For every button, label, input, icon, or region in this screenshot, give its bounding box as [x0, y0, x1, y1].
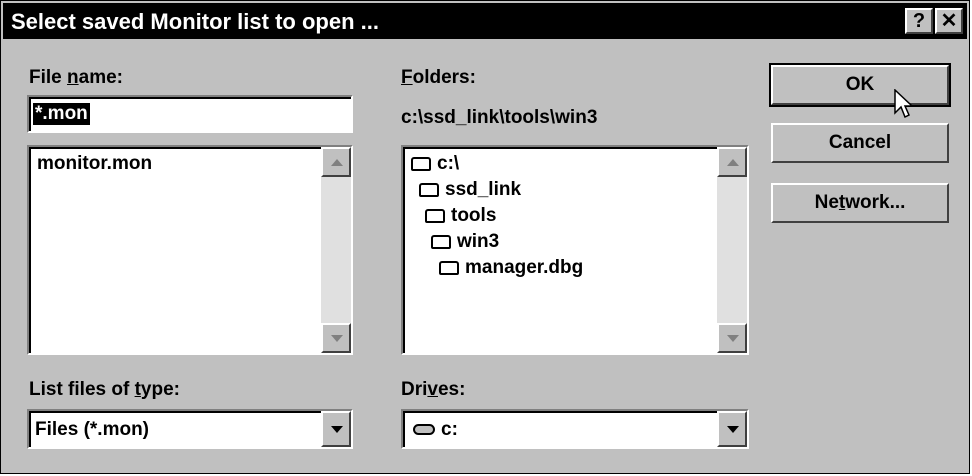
scroll-up-button[interactable] — [321, 147, 351, 177]
file-list-item[interactable]: monitor.mon — [37, 153, 152, 175]
folder-icon — [439, 261, 459, 275]
window-title: Select saved Monitor list to open ... — [11, 9, 379, 34]
file-list[interactable]: monitor.mon — [27, 145, 353, 355]
mouse-cursor-icon — [894, 89, 914, 119]
scroll-down-button[interactable] — [321, 323, 351, 353]
open-folder-icon — [425, 209, 445, 223]
file-type-select[interactable]: Files (*.mon) — [27, 409, 353, 449]
drives-label: Drives: — [401, 379, 466, 400]
file-type-dropdown-button[interactable] — [321, 411, 351, 447]
current-path: c:\ssd_link\tools\win3 — [401, 107, 598, 128]
arrow-down-icon — [331, 335, 343, 342]
file-type-value: Files (*.mon) — [35, 419, 150, 440]
file-type-label: List files of type: — [29, 379, 180, 400]
arrow-down-icon — [727, 335, 739, 342]
file-list-scrollbar[interactable] — [321, 147, 351, 353]
open-file-dialog: Select saved Monitor list to open ... ? … — [0, 0, 970, 474]
arrow-up-icon — [727, 159, 739, 166]
network-button[interactable]: Network... — [771, 183, 949, 223]
close-button[interactable]: ✕ — [935, 8, 963, 34]
open-folder-icon — [411, 157, 431, 171]
folder-item-win3[interactable]: win3 — [431, 231, 499, 253]
folder-item-root[interactable]: c:\ — [411, 153, 459, 175]
drives-dropdown-button[interactable] — [717, 411, 747, 447]
folder-item-manager-dbg[interactable]: manager.dbg — [439, 257, 583, 279]
help-button[interactable]: ? — [905, 8, 933, 34]
scroll-down-button[interactable] — [717, 323, 747, 353]
folder-item-tools[interactable]: tools — [425, 205, 496, 227]
drives-select[interactable]: c: — [401, 409, 749, 449]
file-name-value: *.mon — [33, 103, 90, 125]
folder-tree[interactable]: c:\ ssd_link tools win3 manager.dbg — [401, 145, 749, 355]
file-name-input[interactable]: *.mon — [27, 95, 353, 133]
folders-label: Folders: — [401, 67, 476, 88]
open-folder-icon — [419, 183, 439, 197]
drives-value: c: — [413, 419, 458, 441]
title-bar[interactable]: Select saved Monitor list to open ... ? … — [3, 3, 967, 39]
arrow-up-icon — [331, 159, 343, 166]
open-folder-icon — [431, 235, 451, 249]
ok-button[interactable]: OK — [769, 63, 951, 107]
file-name-label: File name: — [29, 67, 123, 88]
folder-tree-scrollbar[interactable] — [717, 147, 747, 353]
scroll-up-button[interactable] — [717, 147, 747, 177]
folder-item-ssd-link[interactable]: ssd_link — [419, 179, 521, 201]
cancel-button[interactable]: Cancel — [771, 123, 949, 163]
drive-icon — [413, 424, 435, 435]
chevron-down-icon — [331, 426, 343, 433]
chevron-down-icon — [727, 426, 739, 433]
